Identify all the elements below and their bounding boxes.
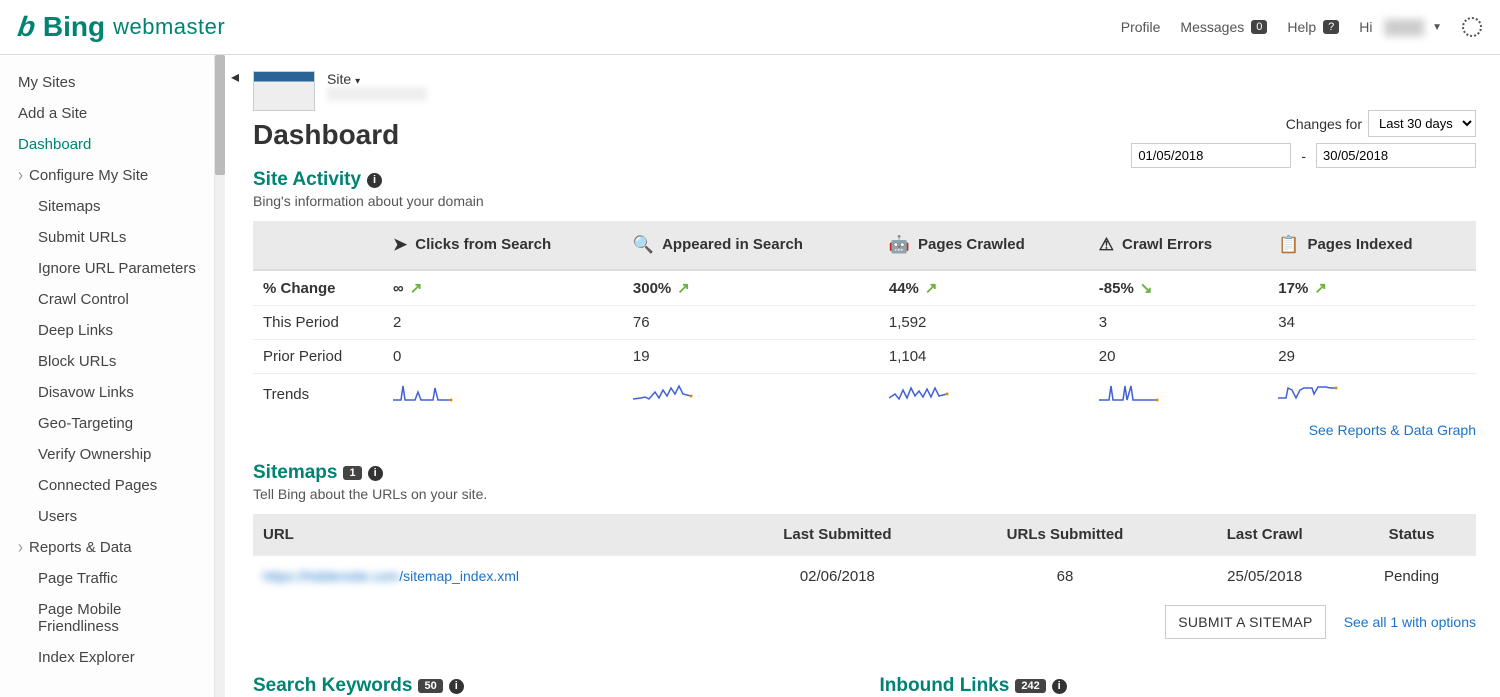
sidebar-item-dashboard[interactable]: Dashboard [0, 129, 214, 160]
arrow-down-icon: ↘ [1140, 280, 1153, 297]
row-this-period: This Period [253, 306, 383, 340]
sidebar-item-page-traffic[interactable]: Page Traffic [0, 563, 214, 594]
help-badge: ? [1323, 20, 1339, 34]
sidebar-item-disavow[interactable]: Disavow Links [0, 377, 214, 408]
search-icon: 🔍 [633, 235, 654, 254]
sidebar-item-deep-links[interactable]: Deep Links [0, 315, 214, 346]
date-to-input[interactable] [1316, 143, 1476, 168]
sidebar-item-ignore-params[interactable]: Ignore URL Parameters [0, 253, 214, 284]
col-status: Status [1347, 514, 1476, 556]
see-reports-link[interactable]: See Reports & Data Graph [1309, 422, 1476, 438]
see-all-sitemaps-link[interactable]: See all 1 with options [1344, 614, 1476, 630]
nav-profile[interactable]: Profile [1121, 19, 1161, 35]
sitemaps-title: Sitemaps 1 i [253, 462, 1476, 484]
bing-logo: b Bing [18, 11, 105, 43]
sidebar-item-verify[interactable]: Verify Ownership [0, 439, 214, 470]
sidebar-item-index-explorer[interactable]: Index Explorer [0, 642, 214, 673]
messages-count-badge: 0 [1251, 20, 1267, 34]
row-trends: Trends [253, 374, 383, 415]
sparkline-clicks [383, 374, 623, 415]
info-icon[interactable]: i [449, 679, 464, 694]
sidebar-item-geo[interactable]: Geo-Targeting [0, 408, 214, 439]
sidebar-item-reports[interactable]: Reports & Data [0, 532, 214, 563]
sparkline-indexed [1268, 374, 1476, 415]
sidebar-item-my-sites[interactable]: My Sites [0, 67, 214, 98]
row-prior-period: Prior Period [253, 340, 383, 374]
nav-help[interactable]: Help? [1287, 19, 1339, 35]
cursor-icon: ➤ [393, 235, 407, 254]
sidebar-item-submit-urls[interactable]: Submit URLs [0, 222, 214, 253]
arrow-up-icon: ↗ [1314, 280, 1327, 297]
sidebar-scrollbar[interactable] [215, 55, 225, 697]
sidebar-item-add-site[interactable]: Add a Site [0, 98, 214, 129]
top-bar: b Bing webmaster Profile Messages0 Help?… [0, 0, 1500, 55]
table-row[interactable]: https://hiddensite.com/sitemap_index.xml… [253, 556, 1476, 598]
sidebar-item-sitemaps[interactable]: Sitemaps [0, 191, 214, 222]
date-range-controls: Changes for Last 30 days - [1131, 110, 1476, 168]
col-crawled: 🤖Pages Crawled [879, 221, 1089, 270]
arrow-up-icon: ↗ [677, 280, 690, 297]
sparkline-appeared [623, 374, 879, 415]
robot-icon: 🤖 [889, 235, 910, 254]
nav-messages[interactable]: Messages0 [1180, 19, 1267, 35]
product-name: webmaster [113, 14, 225, 40]
site-activity-title: Site Activity i [253, 169, 1476, 191]
arrow-up-icon: ↗ [925, 280, 938, 297]
caret-down-icon: ▾ [355, 76, 360, 87]
col-errors: ⚠Crawl Errors [1089, 221, 1269, 270]
settings-gear[interactable] [1462, 17, 1482, 37]
col-url: URL [253, 514, 727, 556]
gear-icon [1462, 17, 1482, 37]
site-selector[interactable]: Site▾ [327, 71, 427, 87]
sitemap-url[interactable]: https://hiddensite.com/sitemap_index.xml [253, 556, 727, 598]
sidebar-item-mobile[interactable]: Page Mobile Friendliness [0, 594, 214, 642]
changes-for-label: Changes for [1286, 116, 1362, 132]
sidebar-item-users[interactable]: Users [0, 501, 214, 532]
col-last-crawl: Last Crawl [1182, 514, 1347, 556]
sparkline-errors [1089, 374, 1269, 415]
site-url [327, 87, 427, 101]
date-from-input[interactable] [1131, 143, 1291, 168]
brand[interactable]: b Bing webmaster [18, 11, 225, 43]
date-dash: - [1297, 148, 1310, 164]
sidebar-item-block-urls[interactable]: Block URLs [0, 346, 214, 377]
main-content: Site▾ Dashboard Changes for Last 30 days… [225, 55, 1500, 697]
site-thumbnail[interactable] [253, 71, 315, 111]
nav-user-greeting[interactable]: Hi ████▼ [1359, 19, 1442, 35]
info-icon[interactable]: i [1052, 679, 1067, 694]
sitemaps-table: URL Last Submitted URLs Submitted Last C… [253, 514, 1476, 597]
inbound-count-badge: 242 [1015, 679, 1045, 693]
list-icon: 📋 [1278, 235, 1299, 254]
range-select[interactable]: Last 30 days [1368, 110, 1476, 137]
sidebar-item-configure[interactable]: Configure My Site [0, 160, 214, 191]
site-header: Site▾ [253, 71, 1476, 111]
submit-sitemap-button[interactable]: SUBMIT A SITEMAP [1165, 605, 1325, 639]
inbound-links-title: Inbound Links 242 i [880, 675, 1477, 697]
arrow-up-icon: ↗ [410, 280, 423, 297]
info-icon[interactable]: i [368, 466, 383, 481]
col-urls-submitted: URLs Submitted [948, 514, 1183, 556]
sitemaps-subtitle: Tell Bing about the URLs on your site. [253, 486, 1476, 502]
caret-down-icon: ▼ [1432, 22, 1442, 33]
sidebar: My Sites Add a Site Dashboard Configure … [0, 55, 215, 697]
info-icon[interactable]: i [367, 173, 382, 188]
site-activity-table: ➤Clicks from Search 🔍Appeared in Search … [253, 221, 1476, 414]
sparkline-crawled [879, 374, 1089, 415]
col-last-submitted: Last Submitted [727, 514, 947, 556]
sidebar-item-crawl-control[interactable]: Crawl Control [0, 284, 214, 315]
keywords-count-badge: 50 [418, 679, 442, 693]
site-activity-subtitle: Bing's information about your domain [253, 193, 1476, 209]
top-nav: Profile Messages0 Help? Hi ████▼ [1121, 17, 1482, 37]
search-keywords-title: Search Keywords 50 i [253, 675, 850, 697]
row-pct-change: % Change [253, 270, 383, 306]
col-clicks: ➤Clicks from Search [383, 221, 623, 270]
warning-icon: ⚠ [1099, 235, 1114, 254]
sidebar-item-connected[interactable]: Connected Pages [0, 470, 214, 501]
sitemaps-count-badge: 1 [343, 466, 361, 480]
col-indexed: 📋Pages Indexed [1268, 221, 1476, 270]
col-appeared: 🔍Appeared in Search [623, 221, 879, 270]
